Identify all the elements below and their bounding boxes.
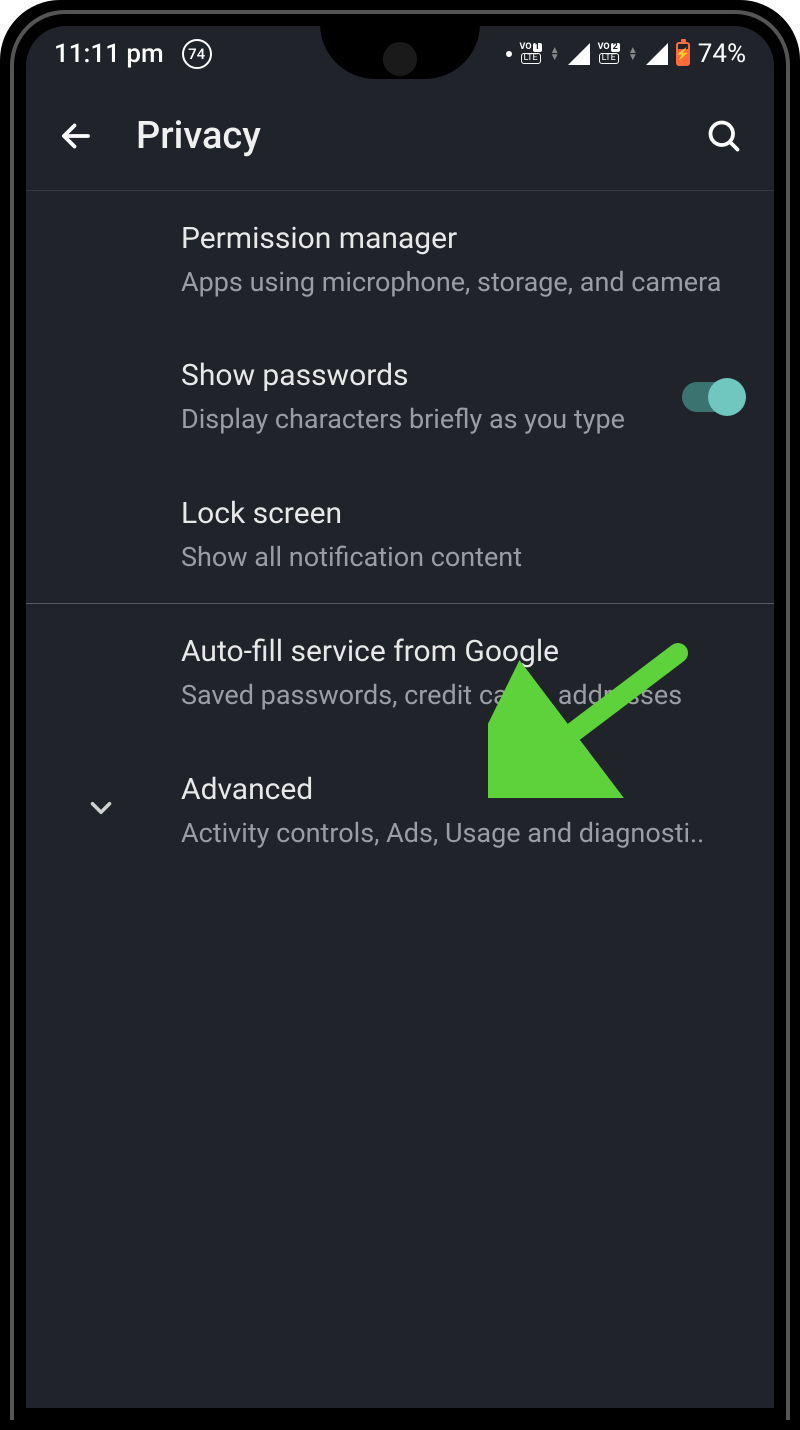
screen: 11:11 pm 74 VO 1 LTE ▲▼ [26, 26, 774, 1408]
autofill-row[interactable]: Auto-fill service from Google Saved pass… [26, 604, 774, 741]
signal-icon-1 [568, 43, 590, 65]
phone-frame-inner: 11:11 pm 74 VO 1 LTE ▲▼ [10, 10, 790, 1420]
camera-dot [383, 42, 417, 76]
signal-icon-2 [646, 43, 668, 65]
setting-title: Permission manager [181, 219, 724, 258]
setting-subtitle: Activity controls, Ads, Usage and diagno… [181, 815, 724, 851]
search-button[interactable] [704, 116, 744, 156]
app-bar: Privacy [26, 81, 774, 191]
advanced-row[interactable]: Advanced Activity controls, Ads, Usage a… [26, 742, 774, 879]
data-saver-icon: 74 [182, 39, 212, 69]
setting-title: Auto-fill service from Google [181, 632, 724, 671]
power-button[interactable] [796, 580, 800, 640]
volte-2-icon: VO 2 LTE [598, 43, 620, 64]
back-arrow-icon [58, 118, 94, 154]
setting-title: Show passwords [181, 356, 662, 395]
permission-manager-row[interactable]: Permission manager Apps using microphone… [26, 191, 774, 328]
back-button[interactable] [56, 116, 96, 156]
setting-subtitle: Display characters briefly as you type [181, 401, 662, 437]
show-passwords-toggle[interactable] [682, 382, 744, 412]
toggle-knob [708, 378, 746, 416]
setting-title: Advanced [181, 770, 724, 809]
status-time: 11:11 pm [54, 39, 164, 69]
page-title: Privacy [136, 114, 664, 158]
setting-subtitle: Apps using microphone, storage, and came… [181, 264, 724, 300]
volume-up-button[interactable] [796, 350, 800, 440]
data-arrows-icon-1: ▲▼ [550, 47, 560, 61]
lock-screen-row[interactable]: Lock screen Show all notification conten… [26, 466, 774, 603]
status-right: VO 1 LTE ▲▼ VO 2 LTE ▲▼ [506, 39, 747, 69]
status-left: 11:11 pm 74 [54, 39, 212, 69]
setting-title: Lock screen [181, 494, 724, 533]
phone-frame: 11:11 pm 74 VO 1 LTE ▲▼ [0, 0, 800, 1430]
volte-1-icon: VO 1 LTE [520, 43, 542, 64]
settings-list: Permission manager Apps using microphone… [26, 191, 774, 879]
show-passwords-row[interactable]: Show passwords Display characters briefl… [26, 328, 774, 465]
volume-down-button[interactable] [796, 460, 800, 550]
setting-subtitle: Show all notification content [181, 539, 724, 575]
battery-percent: 74% [698, 39, 746, 69]
data-arrows-icon-2: ▲▼ [628, 47, 638, 61]
battery-icon: ⚡ [676, 42, 690, 66]
status-dot-icon [506, 51, 512, 57]
search-icon [706, 118, 742, 154]
chevron-down-icon [84, 791, 118, 829]
setting-subtitle: Saved passwords, credit cards, addresses [181, 677, 724, 713]
